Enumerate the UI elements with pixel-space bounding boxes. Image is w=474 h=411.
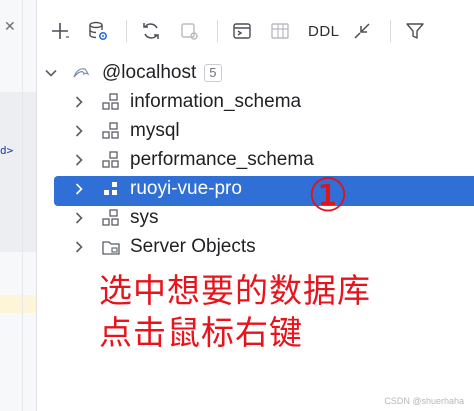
- tree-item-server-objects[interactable]: Server Objects: [40, 232, 470, 261]
- ddl-button[interactable]: DDL: [308, 23, 340, 40]
- tree-item-label: sys: [130, 206, 159, 228]
- chevron-right-icon[interactable]: [72, 182, 86, 196]
- mysql-dolphin-icon: [70, 62, 92, 84]
- chevron-right-icon[interactable]: [72, 153, 86, 167]
- console-icon[interactable]: [228, 17, 256, 45]
- tree-item-label: information_schema: [130, 90, 302, 112]
- code-fragment: d>: [0, 144, 14, 157]
- annotation-line-1: 选中想要的数据库: [99, 271, 371, 310]
- chevron-right-icon[interactable]: [72, 95, 86, 109]
- close-icon[interactable]: ✕: [4, 18, 16, 35]
- editor-gutter-strip: ✕ d>: [0, 0, 37, 411]
- gutter-divider: [22, 0, 23, 411]
- datasource-properties-icon[interactable]: [84, 17, 112, 45]
- tree-item-performance-schema[interactable]: performance_schema: [40, 145, 470, 174]
- tree-item-ruoyi-vue-pro[interactable]: ruoyi-vue-pro: [40, 174, 470, 203]
- watermark-text: CSDN @shuerhaha: [384, 396, 464, 406]
- schema-icon: [100, 120, 122, 142]
- chevron-right-icon[interactable]: [72, 211, 86, 225]
- stop-icon[interactable]: [175, 17, 203, 45]
- annotation-line-2: 点击鼠标右键: [99, 313, 303, 352]
- chevron-down-icon[interactable]: [44, 66, 58, 80]
- schema-icon: [100, 207, 122, 229]
- schema-icon: [100, 91, 122, 113]
- tree-item-sys[interactable]: sys: [40, 203, 470, 232]
- table-icon[interactable]: [266, 17, 294, 45]
- chevron-right-icon[interactable]: [72, 240, 86, 254]
- editor-gray-region: [0, 92, 36, 252]
- folder-icon: [100, 236, 122, 258]
- schema-icon: [100, 149, 122, 171]
- tree-root-localhost[interactable]: @localhost 5: [40, 58, 470, 87]
- tree-item-mysql[interactable]: mysql: [40, 116, 470, 145]
- toolbar-separator: [217, 20, 218, 42]
- schema-count-badge: 5: [204, 63, 222, 82]
- tree-item-label: Server Objects: [130, 235, 256, 257]
- tree-item-label: performance_schema: [130, 148, 314, 170]
- refresh-icon[interactable]: [137, 17, 165, 45]
- editor-highlight-line: [0, 295, 36, 313]
- tree-root-label: @localhost: [102, 61, 197, 83]
- schema-icon: [100, 178, 122, 200]
- filter-icon[interactable]: [401, 17, 429, 45]
- plus-icon[interactable]: [46, 17, 74, 45]
- chevron-right-icon[interactable]: [72, 124, 86, 138]
- tree-item-information-schema[interactable]: information_schema: [40, 87, 470, 116]
- tree-item-label: ruoyi-vue-pro: [130, 177, 242, 199]
- jump-to-icon[interactable]: [348, 17, 376, 45]
- tree-item-label: mysql: [130, 119, 180, 141]
- toolbar-separator: [389, 20, 391, 42]
- toolbar-separator: [126, 20, 127, 42]
- step-number-marker: ①: [307, 168, 349, 222]
- database-tree: @localhost 5 information_schema mysql pe…: [40, 58, 474, 261]
- database-toolbar: DDL: [46, 14, 466, 48]
